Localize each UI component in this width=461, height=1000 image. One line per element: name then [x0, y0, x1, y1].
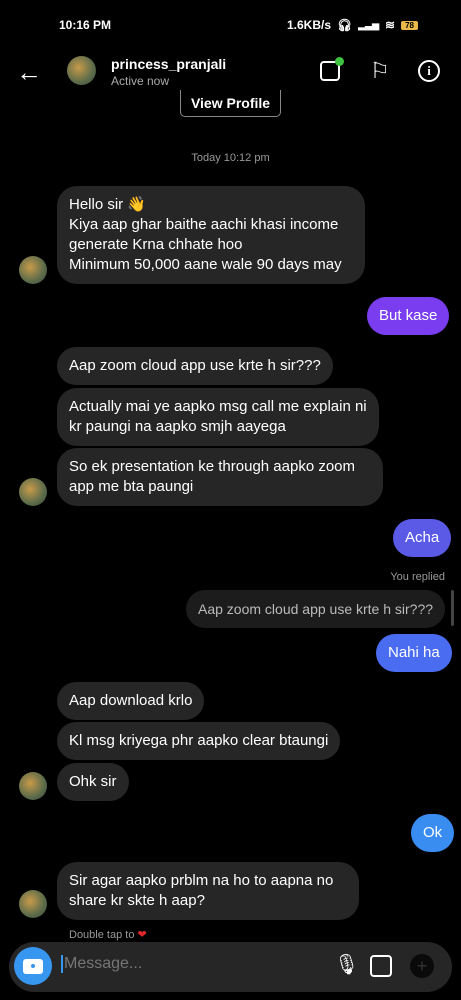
- back-arrow-icon[interactable]: ←: [16, 58, 42, 86]
- message-received[interactable]: So ek presentation ke through aapko zoom…: [57, 448, 383, 506]
- message-composer: 🎙︎ +: [9, 942, 452, 992]
- status-icons: 1.6KB/s 🎧︎ ▂▃▅ ≋ 78: [287, 18, 418, 32]
- flag-icon[interactable]: ⚐: [370, 58, 390, 84]
- message-sent[interactable]: Acha: [393, 519, 452, 557]
- signal-icon: ▂▃▅: [358, 19, 380, 30]
- message-input[interactable]: [61, 955, 261, 973]
- message-received[interactable]: Sir agar aapko prblm na ho to aapna no s…: [57, 862, 359, 920]
- header-avatar[interactable]: [67, 56, 96, 85]
- heart-icon: ❤: [137, 929, 147, 941]
- message-received[interactable]: Kl msg kriyega phr aapko clear btaungi: [57, 722, 341, 760]
- network-speed: 1.6KB/s: [287, 18, 332, 32]
- plus-icon[interactable]: +: [410, 954, 434, 978]
- message-received[interactable]: Aap download krlo: [57, 682, 205, 720]
- reply-label: You replied: [390, 571, 445, 583]
- camera-icon[interactable]: [14, 947, 52, 985]
- message-received[interactable]: Hello sir 👋 Kiya aap ghar baithe aachi k…: [57, 186, 365, 284]
- info-icon[interactable]: i: [418, 60, 440, 82]
- message-received[interactable]: Aap zoom cloud app use krte h sir???: [57, 347, 333, 385]
- wifi-icon: ≋: [385, 18, 396, 32]
- message-sent[interactable]: Nahi ha: [376, 634, 452, 672]
- double-tap-hint: Double tap to ❤: [69, 928, 147, 941]
- gallery-icon[interactable]: [370, 955, 392, 977]
- message-sent[interactable]: Ok: [411, 814, 455, 852]
- status-time: 10:16 PM: [59, 18, 112, 32]
- microphone-icon[interactable]: 🎙︎: [334, 952, 359, 977]
- quoted-message[interactable]: Aap zoom cloud app use krte h sir???: [186, 590, 446, 628]
- headphones-icon: 🎧︎: [337, 18, 353, 32]
- avatar: [19, 772, 47, 800]
- hint-text: Double tap to: [69, 929, 135, 941]
- message-sent[interactable]: But kase: [367, 297, 450, 335]
- quote-bar: [451, 590, 454, 626]
- video-call-icon[interactable]: [320, 57, 344, 81]
- chat-timestamp: Today 10:12 pm: [191, 152, 270, 164]
- avatar: [19, 256, 47, 284]
- battery-icon: 78: [401, 20, 418, 30]
- active-status: Active now: [111, 74, 170, 88]
- view-profile-button[interactable]: View Profile: [180, 90, 281, 117]
- message-received[interactable]: Actually mai ye aapko msg call me explai…: [57, 388, 379, 446]
- message-received[interactable]: Ohk sir: [57, 763, 129, 801]
- avatar: [19, 890, 47, 918]
- username[interactable]: princess_pranjali: [111, 56, 226, 72]
- avatar: [19, 478, 47, 506]
